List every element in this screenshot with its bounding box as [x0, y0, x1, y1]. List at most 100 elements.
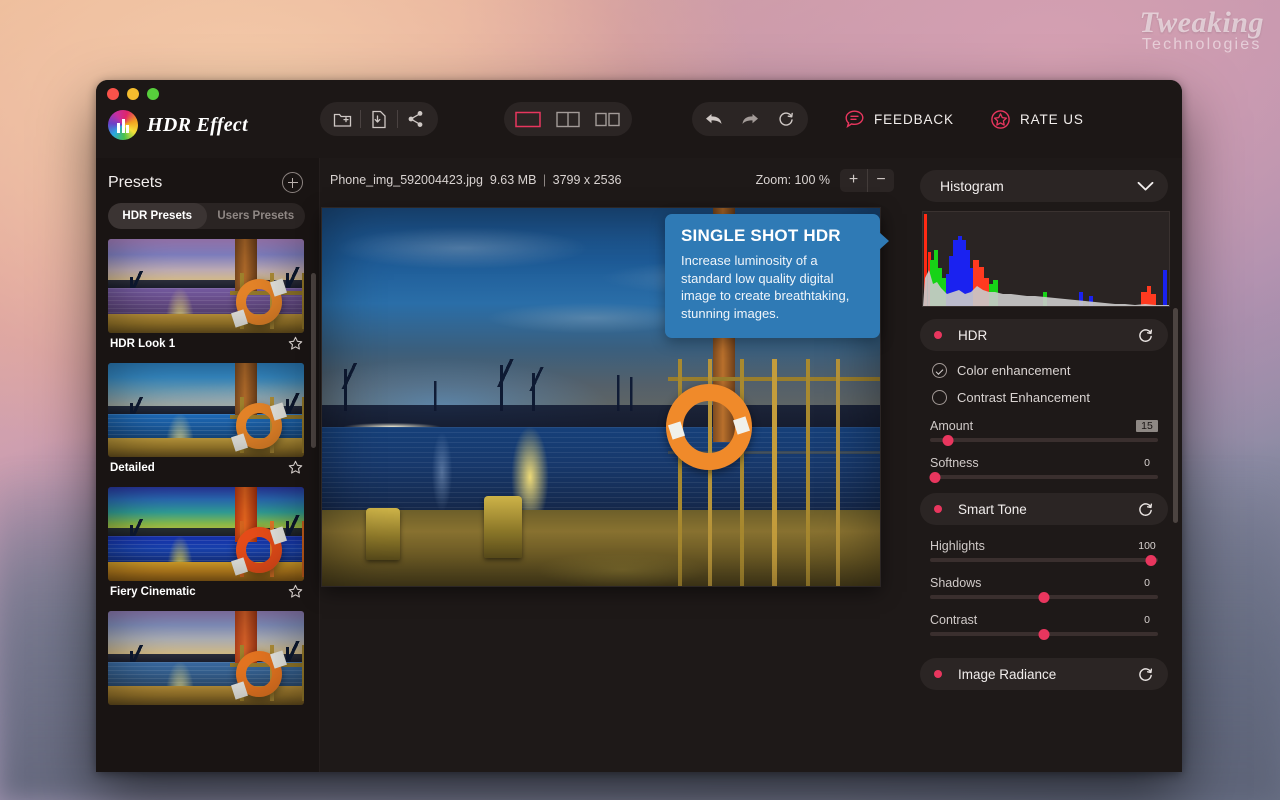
histogram-card[interactable]: Histogram: [920, 170, 1168, 202]
slider-track[interactable]: [930, 438, 1158, 442]
history-tools-group: [692, 102, 808, 136]
app-title: HDR Effect: [147, 114, 248, 137]
tab-users-presets[interactable]: Users Presets: [207, 203, 306, 229]
feedback-button[interactable]: FEEDBACK: [844, 109, 954, 130]
slider-track[interactable]: [930, 558, 1158, 562]
watermark: Tweaking Technologies: [1139, 8, 1264, 54]
slider-label: Amount: [930, 419, 973, 433]
minimize-window-button[interactable]: [127, 88, 139, 100]
reset-button[interactable]: [768, 102, 804, 136]
favorite-star-icon[interactable]: [288, 336, 303, 351]
redo-arrow-icon: [740, 111, 760, 127]
reset-section-icon[interactable]: [1137, 327, 1154, 344]
presets-header: Presets: [96, 158, 319, 203]
histogram-graph: [922, 211, 1170, 307]
adjustments-scrollbar[interactable]: [1173, 308, 1178, 523]
option-color-enhancement[interactable]: Color enhancement: [932, 363, 1168, 378]
preset-item[interactable]: HDR Look 1: [108, 239, 305, 351]
preset-item[interactable]: Fiery Cinematic: [108, 487, 305, 599]
zoom-out-button[interactable]: −: [867, 169, 894, 192]
image-dimensions: 3799 x 2536: [553, 173, 622, 187]
radio-checked-icon: [932, 363, 947, 378]
feedback-speech-bubble-icon: [844, 109, 865, 130]
file-tools-group: [320, 102, 438, 136]
thumbnail-vignette: [108, 363, 304, 457]
editor-center: Phone_img_592004423.jpg 9.63 MB | 3799 x…: [320, 158, 908, 772]
reset-section-icon[interactable]: [1137, 501, 1154, 518]
reset-section-icon[interactable]: [1137, 666, 1154, 683]
slider-softness: Softness 0: [930, 456, 1158, 479]
share-button[interactable]: [398, 102, 434, 136]
preset-thumbnail[interactable]: [108, 239, 304, 333]
open-folder-button[interactable]: [324, 102, 360, 136]
presets-tabs: HDR Presets Users Presets: [108, 203, 305, 229]
zoom-in-button[interactable]: +: [840, 169, 867, 192]
thumbnail-vignette: [108, 487, 304, 581]
preset-thumbnail[interactable]: [108, 611, 304, 705]
redo-button[interactable]: [732, 102, 768, 136]
preset-item[interactable]: Detailed: [108, 363, 305, 475]
preset-thumbnail[interactable]: [108, 487, 304, 581]
file-name: Phone_img_592004423.jpg: [330, 173, 483, 187]
slider-knob[interactable]: [929, 472, 940, 483]
slider-value[interactable]: 100: [1136, 540, 1158, 552]
rate-us-label: RATE US: [1020, 112, 1084, 127]
slider-knob[interactable]: [1039, 629, 1050, 640]
option-label: Contrast Enhancement: [957, 390, 1090, 405]
slider-value[interactable]: 0: [1136, 577, 1158, 589]
slider-header: Shadows 0: [930, 576, 1158, 590]
slider-track[interactable]: [930, 632, 1158, 636]
slider-label: Highlights: [930, 539, 985, 553]
split-pane-icon: [556, 111, 580, 128]
side-by-side-view-button[interactable]: [588, 102, 628, 136]
slider-knob[interactable]: [943, 435, 954, 446]
radio-unchecked-icon: [932, 390, 947, 405]
section-title: Smart Tone: [958, 502, 1027, 517]
save-image-button[interactable]: [361, 102, 397, 136]
section-title: Image Radiance: [958, 667, 1056, 682]
image-canvas[interactable]: SINGLE SHOT HDR Increase luminosity of a…: [320, 202, 908, 772]
slider-value[interactable]: 0: [1136, 614, 1158, 626]
file-size: 9.63 MB: [490, 173, 537, 187]
slider-value[interactable]: 15: [1136, 420, 1158, 432]
undo-button[interactable]: [696, 102, 732, 136]
section-header-smart-tone[interactable]: Smart Tone: [920, 493, 1168, 525]
presets-list[interactable]: HDR Look 1: [96, 239, 319, 772]
single-pane-icon: [515, 111, 541, 128]
preset-thumbnail[interactable]: [108, 363, 304, 457]
slider-knob[interactable]: [1146, 555, 1157, 566]
preset-item[interactable]: [108, 611, 305, 705]
favorite-star-icon[interactable]: [288, 584, 303, 599]
split-view-button[interactable]: [548, 102, 588, 136]
tab-hdr-presets[interactable]: HDR Presets: [108, 203, 207, 229]
option-contrast-enhancement[interactable]: Contrast Enhancement: [932, 390, 1168, 405]
zoom-buttons: + −: [840, 169, 894, 192]
window-controls: [107, 88, 159, 100]
slider-track[interactable]: [930, 595, 1158, 599]
thumbnail-vignette: [108, 239, 304, 333]
app-brand: HDR Effect: [108, 110, 248, 140]
chevron-down-icon[interactable]: [1137, 181, 1154, 192]
title-bar: HDR Effect: [96, 80, 1182, 158]
presets-scrollbar[interactable]: [311, 273, 316, 448]
section-header-hdr[interactable]: HDR: [920, 319, 1168, 351]
app-logo-icon: [108, 110, 138, 140]
maximize-window-button[interactable]: [147, 88, 159, 100]
close-window-button[interactable]: [107, 88, 119, 100]
feature-tooltip: SINGLE SHOT HDR Increase luminosity of a…: [665, 214, 880, 338]
section-header-image-radiance[interactable]: Image Radiance: [920, 658, 1168, 690]
presets-title: Presets: [108, 174, 162, 192]
preset-label: HDR Look 1: [110, 338, 175, 350]
image-info-bar: Phone_img_592004423.jpg 9.63 MB | 3799 x…: [320, 158, 908, 202]
preset-caption-row: HDR Look 1: [108, 333, 305, 351]
rate-us-button[interactable]: RATE US: [990, 109, 1084, 130]
slider-value[interactable]: 0: [1136, 457, 1158, 469]
folder-add-icon: [333, 111, 352, 128]
desktop-background: Tweaking Technologies HDR Effect: [0, 0, 1280, 800]
slider-label: Softness: [930, 456, 979, 470]
favorite-star-icon[interactable]: [288, 460, 303, 475]
add-preset-button[interactable]: [282, 172, 303, 193]
slider-track[interactable]: [930, 475, 1158, 479]
single-view-button[interactable]: [508, 102, 548, 136]
slider-knob[interactable]: [1039, 592, 1050, 603]
